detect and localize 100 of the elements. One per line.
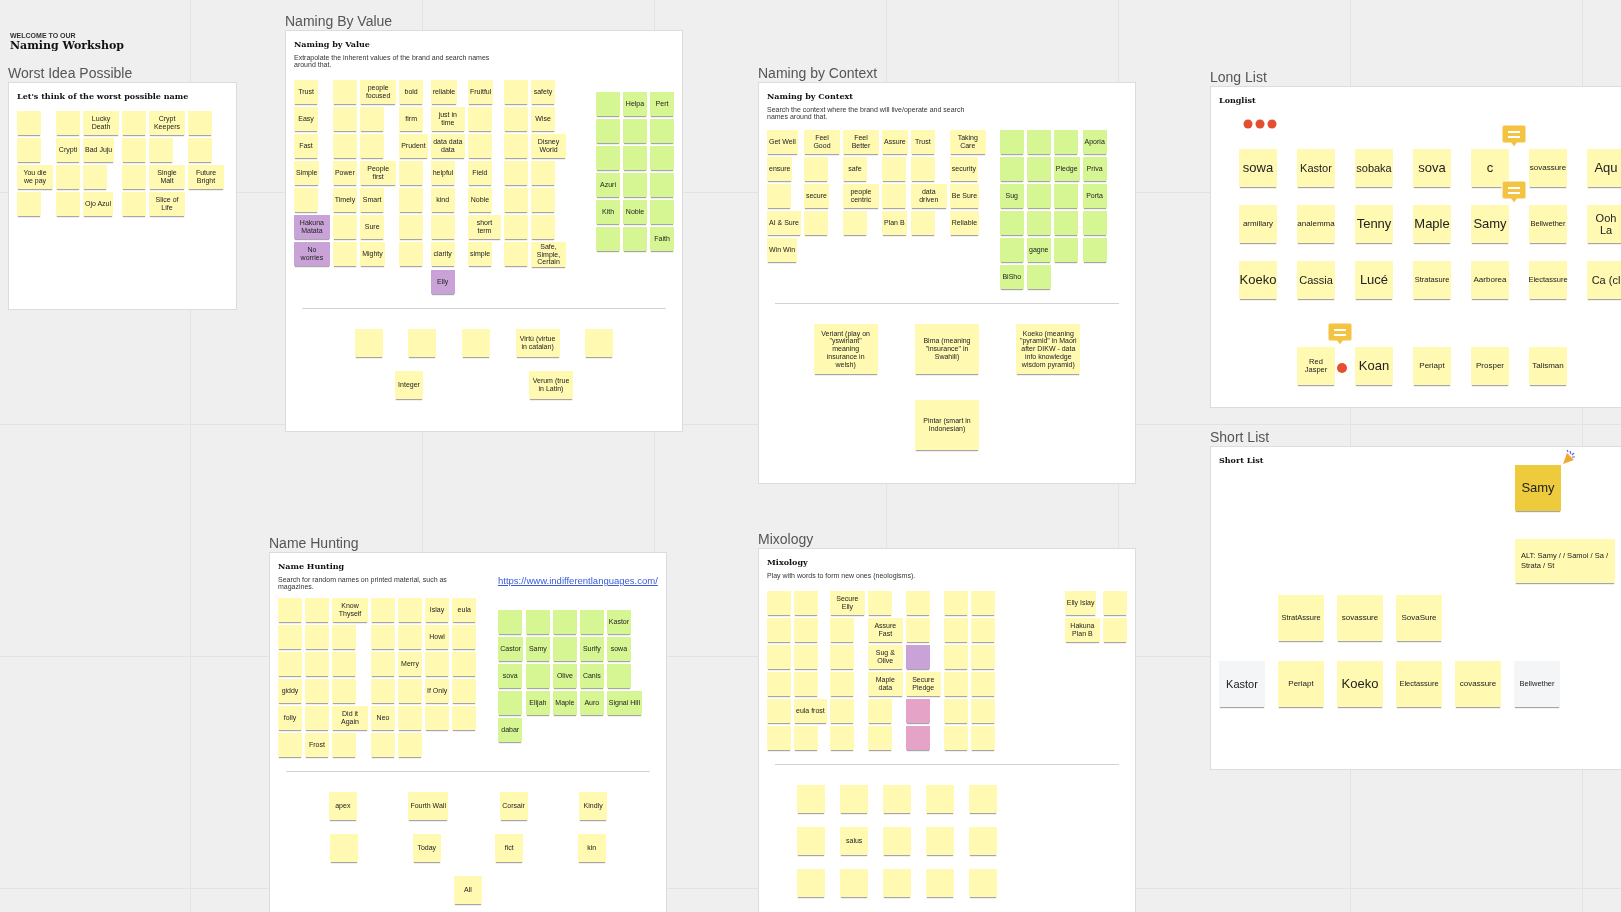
sticky-note[interactable]: [1103, 618, 1127, 642]
sticky-note[interactable]: [1026, 130, 1051, 154]
sticky-note[interactable]: Tenny: [1355, 205, 1393, 243]
sticky-note[interactable]: [910, 157, 935, 181]
sticky-note[interactable]: [188, 111, 212, 135]
sticky-note[interactable]: covassure: [1455, 661, 1501, 707]
sticky-note[interactable]: [867, 726, 892, 750]
sticky-note[interactable]: [552, 610, 577, 634]
sticky-note[interactable]: [829, 699, 854, 723]
sticky-note[interactable]: [596, 119, 620, 143]
link[interactable]: https://www.indifferentlanguages.com/: [498, 575, 658, 586]
sticky-note[interactable]: [623, 119, 647, 143]
sticky-note[interactable]: [122, 138, 146, 162]
sticky-note[interactable]: Ca (cl: [1587, 261, 1621, 299]
sticky-note[interactable]: [767, 618, 791, 642]
sticky-note[interactable]: [332, 215, 357, 239]
sticky-note[interactable]: [794, 645, 818, 669]
sticky-note[interactable]: [797, 869, 826, 897]
sticky-note[interactable]: [943, 699, 968, 723]
sticky-note[interactable]: Koeko: [1239, 261, 1277, 299]
sticky-note[interactable]: [803, 211, 828, 235]
sticky-note[interactable]: [596, 146, 620, 170]
sticky-note[interactable]: Koan: [1355, 347, 1393, 385]
sticky-note[interactable]: [56, 111, 80, 135]
sticky-note[interactable]: [999, 211, 1024, 235]
sticky-note[interactable]: [968, 869, 997, 897]
sticky-note[interactable]: [398, 706, 422, 730]
sticky-note[interactable]: [943, 726, 968, 750]
sticky-note[interactable]: [767, 672, 791, 696]
sticky-note[interactable]: [968, 785, 997, 813]
sticky-note[interactable]: [797, 785, 826, 813]
sticky-note[interactable]: [498, 691, 523, 715]
sticky-note[interactable]: [905, 618, 930, 642]
sticky-note[interactable]: [1026, 265, 1051, 289]
sticky-note[interactable]: [467, 107, 492, 131]
sticky-note[interactable]: [650, 200, 674, 224]
sticky-note[interactable]: [17, 111, 41, 135]
sticky-note[interactable]: [122, 192, 146, 216]
sticky-note[interactable]: [650, 173, 674, 197]
sticky-note[interactable]: [1053, 130, 1078, 154]
sticky-note[interactable]: Lucé: [1355, 261, 1393, 299]
sticky-note[interactable]: [1026, 184, 1051, 208]
sticky-note[interactable]: Aqu: [1587, 149, 1621, 187]
sticky-note[interactable]: [332, 679, 356, 703]
sticky-note[interactable]: [399, 188, 424, 212]
sticky-note[interactable]: [999, 130, 1024, 154]
sticky-note[interactable]: sobaka: [1355, 149, 1393, 187]
sticky-note[interactable]: [305, 652, 329, 676]
sticky-note[interactable]: [905, 726, 930, 750]
sticky-note[interactable]: [579, 610, 604, 634]
sticky-note[interactable]: [883, 827, 911, 855]
sticky-note[interactable]: sova: [1413, 149, 1451, 187]
sticky-note[interactable]: [498, 610, 523, 634]
sticky-note[interactable]: [829, 645, 854, 669]
sticky-note[interactable]: [767, 184, 791, 208]
sticky-note[interactable]: [840, 785, 869, 813]
sticky-note[interactable]: [905, 699, 930, 723]
sticky-note[interactable]: [504, 107, 528, 131]
comment-icon[interactable]: [1327, 322, 1353, 346]
sticky-note[interactable]: [943, 618, 968, 642]
sticky-note[interactable]: [767, 726, 791, 750]
sticky-note[interactable]: [999, 238, 1024, 262]
sticky-note[interactable]: [371, 733, 395, 757]
sticky-note[interactable]: [883, 785, 911, 813]
sticky-note[interactable]: Ooh La: [1587, 205, 1621, 243]
sticky-note[interactable]: [767, 591, 791, 615]
sticky-note[interactable]: [399, 161, 424, 185]
sticky-note[interactable]: [332, 652, 356, 676]
sticky-note[interactable]: [294, 188, 318, 212]
sticky-note[interactable]: [767, 645, 791, 669]
sticky-note[interactable]: [943, 672, 968, 696]
sticky-note[interactable]: [905, 645, 930, 669]
sticky-note[interactable]: [1053, 211, 1078, 235]
sticky-note[interactable]: [829, 618, 854, 642]
sticky-note[interactable]: [606, 664, 631, 688]
sticky-note[interactable]: [399, 215, 424, 239]
sticky-note[interactable]: [408, 329, 437, 358]
sticky-note[interactable]: [925, 785, 954, 813]
sticky-note[interactable]: [122, 111, 146, 135]
sticky-note[interactable]: [650, 119, 674, 143]
sticky-note[interactable]: Periapt: [1413, 347, 1451, 385]
sticky-note[interactable]: [371, 625, 395, 649]
sticky-note[interactable]: [794, 672, 818, 696]
sticky-note[interactable]: [623, 173, 647, 197]
sticky-note[interactable]: Kastor: [1297, 149, 1335, 187]
sticky-note[interactable]: [398, 679, 422, 703]
sticky-note[interactable]: [371, 652, 395, 676]
sticky-note[interactable]: [398, 733, 422, 757]
sticky-note[interactable]: [797, 827, 826, 855]
sticky-note[interactable]: Samy: [1515, 465, 1561, 511]
sticky-note[interactable]: [596, 227, 620, 251]
sticky-note[interactable]: [552, 637, 577, 661]
sticky-note[interactable]: Periapt: [1278, 661, 1324, 707]
sticky-note[interactable]: [767, 699, 791, 723]
sticky-note[interactable]: [905, 591, 930, 615]
sticky-note[interactable]: [867, 591, 892, 615]
sticky-note[interactable]: [452, 679, 477, 703]
sticky-note[interactable]: [330, 834, 359, 862]
sticky-note[interactable]: [525, 664, 550, 688]
sticky-note[interactable]: [504, 215, 528, 239]
